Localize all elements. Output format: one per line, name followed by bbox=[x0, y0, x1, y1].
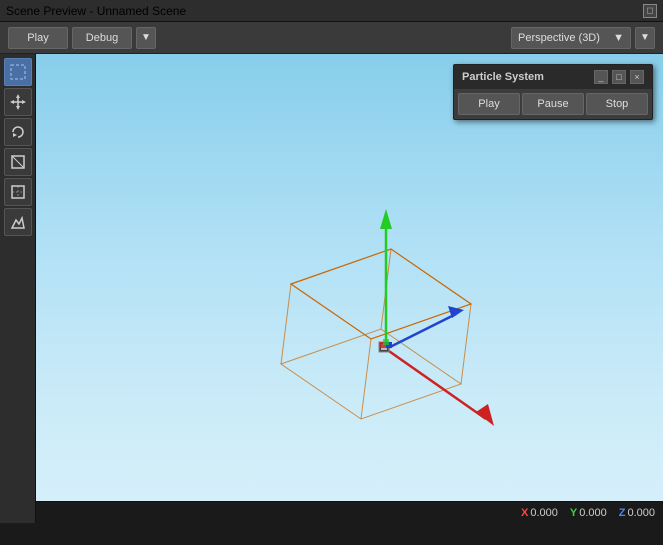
z-value: 0.000 bbox=[627, 507, 655, 519]
viewport[interactable]: Particle System _ □ × Play Pause Stop X … bbox=[36, 54, 663, 523]
perspective-button[interactable]: Perspective (3D) ▼ bbox=[511, 27, 631, 49]
panel-minimize-button[interactable]: _ bbox=[594, 70, 608, 84]
z-label: Z bbox=[619, 507, 626, 519]
debug-button[interactable]: Debug bbox=[72, 27, 132, 49]
panel-close-button[interactable]: × bbox=[630, 70, 644, 84]
status-bar: X 0.000 Y 0.000 Z 0.000 bbox=[36, 501, 663, 523]
particle-panel-titlebar[interactable]: Particle System _ □ × bbox=[454, 65, 652, 89]
rotate-tool-button[interactable] bbox=[4, 118, 32, 146]
x-coordinate: X 0.000 bbox=[521, 507, 558, 519]
particle-system-panel: Particle System _ □ × Play Pause Stop bbox=[453, 64, 653, 120]
title-bar: Scene Preview - Unnamed Scene ◻ bbox=[0, 0, 663, 22]
scene-svg bbox=[36, 54, 663, 523]
particle-panel-title: Particle System bbox=[462, 71, 544, 83]
title-text: Scene Preview - Unnamed Scene bbox=[6, 4, 186, 18]
select-tool-button[interactable] bbox=[4, 58, 32, 86]
scale-tool-button[interactable] bbox=[4, 148, 32, 176]
y-value: 0.000 bbox=[579, 507, 607, 519]
debug-dropdown-button[interactable]: ▼ bbox=[136, 27, 156, 49]
perspective-dropdown-button[interactable]: ▼ bbox=[635, 27, 655, 49]
main-area: Particle System _ □ × Play Pause Stop X … bbox=[0, 54, 663, 523]
x-value: 0.000 bbox=[530, 507, 558, 519]
toolbar: Play Debug ▼ Perspective (3D) ▼ ▼ bbox=[0, 22, 663, 54]
particle-stop-button[interactable]: Stop bbox=[586, 93, 648, 115]
y-label: Y bbox=[570, 507, 577, 519]
particle-pause-button[interactable]: Pause bbox=[522, 93, 584, 115]
move-tool-button[interactable] bbox=[4, 88, 32, 116]
panel-controls: _ □ × bbox=[594, 70, 644, 84]
particle-play-button[interactable]: Play bbox=[458, 93, 520, 115]
perspective-arrow: ▼ bbox=[613, 32, 624, 44]
particle-panel-buttons: Play Pause Stop bbox=[454, 89, 652, 119]
terrain-tool-button[interactable] bbox=[4, 208, 32, 236]
x-label: X bbox=[521, 507, 528, 519]
y-coordinate: Y 0.000 bbox=[570, 507, 607, 519]
rect-select-tool-button[interactable] bbox=[4, 178, 32, 206]
play-button[interactable]: Play bbox=[8, 27, 68, 49]
panel-maximize-button[interactable]: □ bbox=[612, 70, 626, 84]
left-toolbar bbox=[0, 54, 36, 523]
perspective-label: Perspective (3D) bbox=[518, 32, 600, 44]
title-restore-btn[interactable]: ◻ bbox=[643, 4, 657, 18]
z-coordinate: Z 0.000 bbox=[619, 507, 655, 519]
